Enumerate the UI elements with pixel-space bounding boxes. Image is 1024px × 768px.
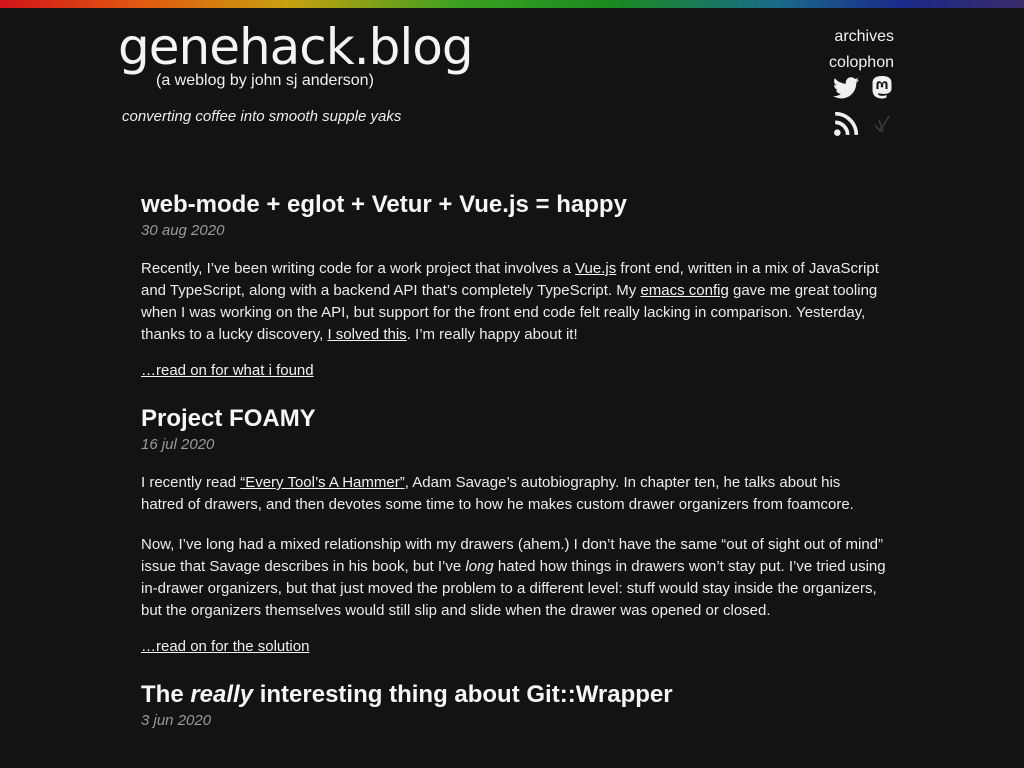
post-title[interactable]: web-mode + eglot + Vetur + Vue.js = happ… [141,190,886,220]
rss-icon[interactable] [832,110,860,138]
post-entry: web-mode + eglot + Vetur + Vue.js = happ… [141,190,886,382]
excerpt-text: I recently read [141,474,241,491]
post-date: 30 aug 2020 [141,222,225,239]
site-byline: (a weblog by john sj anderson) [156,72,374,89]
post-entry: The really interesting thing about Git::… [141,680,886,730]
post-date: 3 jun 2020 [141,712,212,729]
nav-colophon-link[interactable]: colophon [829,50,894,76]
twitter-icon[interactable] [832,74,860,102]
post-title[interactable]: Project FOAMY [141,404,886,434]
read-more-link[interactable]: …read on for what i found [141,362,314,379]
nav-archives-link[interactable]: archives [829,24,894,50]
post-list: web-mode + eglot + Vetur + Vue.js = happ… [141,190,886,730]
solved-this-link[interactable]: I solved this [327,326,406,343]
read-more: …read on for what i found [141,360,886,382]
vuejs-link[interactable]: Vue.js [575,260,616,277]
title-text: The [141,681,191,708]
post-excerpt: Now, I’ve long had a mixed relationship … [141,534,886,622]
title-emphasis: really [190,681,254,708]
excerpt-text: . I’m really happy about it! [406,326,578,343]
post-excerpt: Recently, I’ve been writing code for a w… [141,258,886,346]
read-more-link[interactable]: …read on for the solution [141,638,309,655]
post-entry: Project FOAMY 16 jul 2020 I recently rea… [141,404,886,658]
post-excerpt: I recently read “Every Tool’s A Hammer”,… [141,472,886,516]
rainbow-bar [0,0,1024,8]
title-text: interesting thing about Git::Wrapper [253,681,673,708]
post-date: 16 jul 2020 [141,436,215,453]
read-more: …read on for the solution [141,636,886,658]
site-nav: archives colophon [829,24,894,76]
site-tagline: converting coffee into smooth supple yak… [122,108,402,125]
emacs-config-link[interactable]: emacs config [640,282,728,299]
excerpt-text: Recently, I’ve been writing code for a w… [141,260,576,277]
every-tools-a-hammer-link[interactable]: “Every Tool’s A Hammer” [240,474,405,491]
post-title[interactable]: The really interesting thing about Git::… [141,680,886,710]
indieweb-icon[interactable] [868,110,896,138]
excerpt-emphasis: long [465,558,494,575]
site-logo[interactable]: genehack.blog [118,22,474,72]
mastodon-icon[interactable] [868,74,896,102]
